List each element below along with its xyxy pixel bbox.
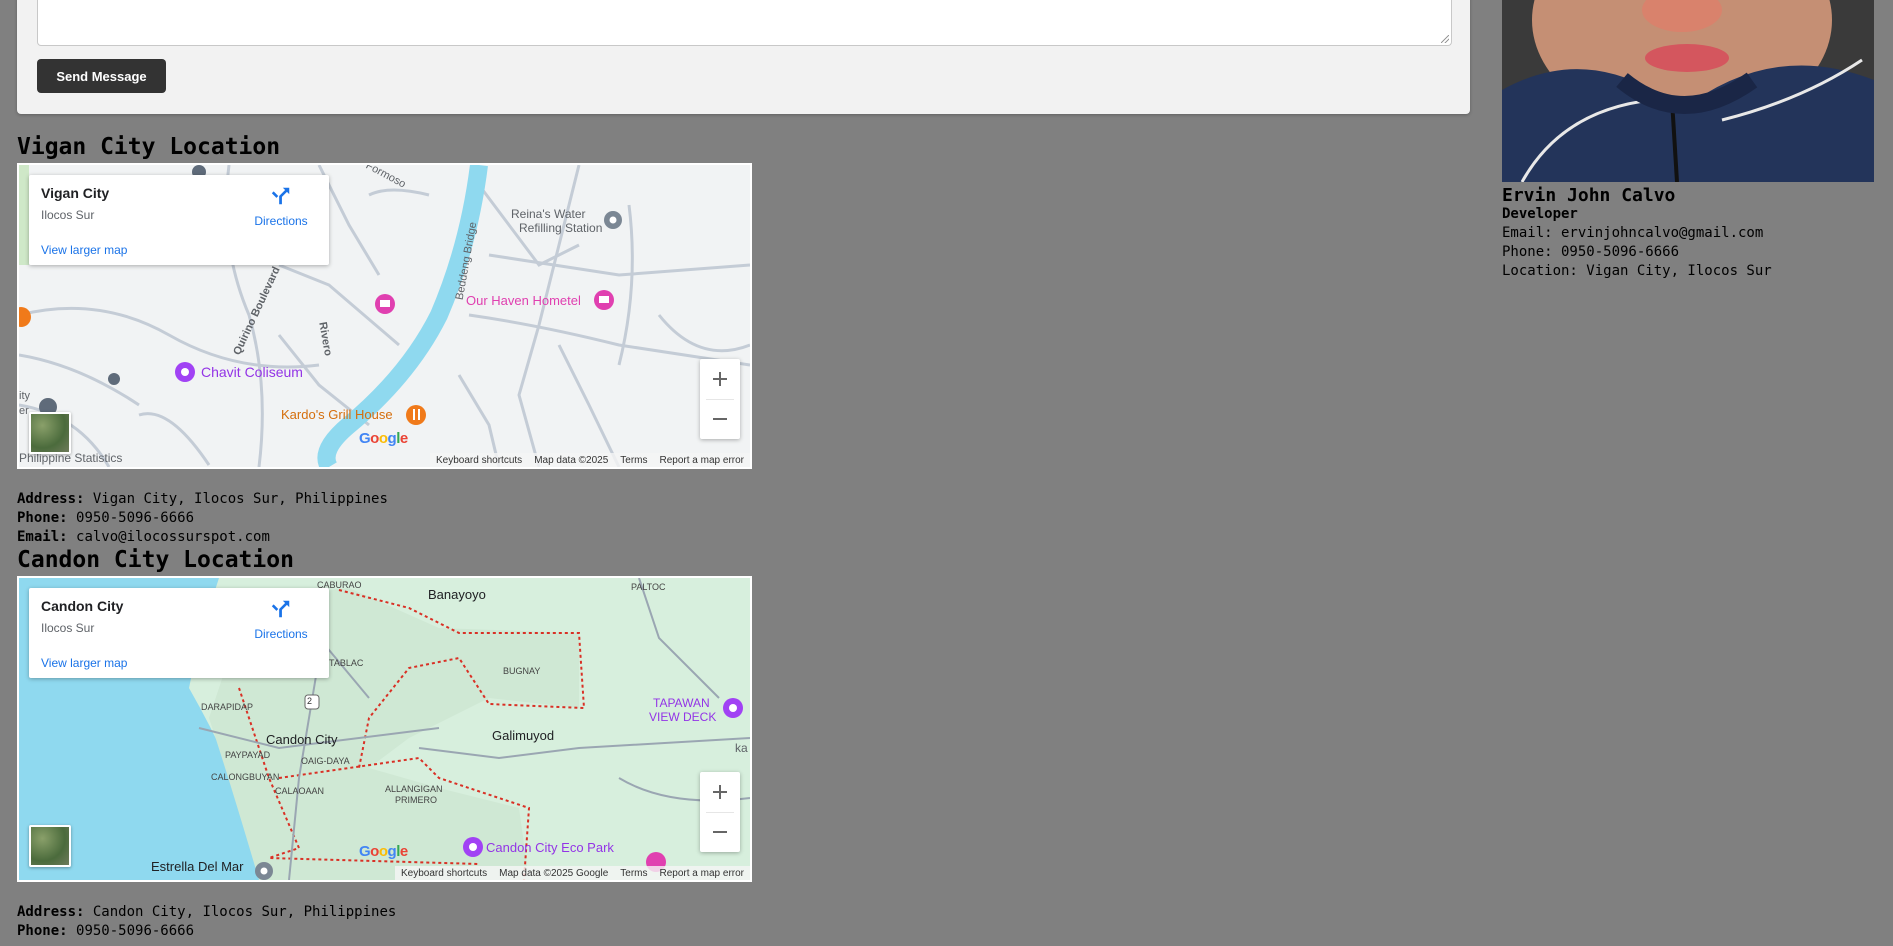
resize-grip-icon[interactable] xyxy=(1441,35,1449,43)
map-label: TAPAWAN xyxy=(653,696,710,710)
map-label: Reina's Water xyxy=(511,207,586,221)
address-label: Address: xyxy=(17,491,85,507)
phone-value: 0950-5096-6666 xyxy=(76,923,195,939)
minus-icon xyxy=(713,418,727,420)
directions-icon xyxy=(271,187,290,205)
plus-icon xyxy=(713,785,727,799)
map-label: Candon City xyxy=(266,732,338,747)
candon-location-title: Candon City Location xyxy=(17,547,294,573)
map-label: ka xyxy=(735,741,748,755)
map-label: CALAOAAN xyxy=(275,786,325,796)
map-label: er xyxy=(19,405,29,417)
directions-label: Directions xyxy=(254,214,308,228)
google-logo: Google xyxy=(359,430,408,447)
map-data-text: Map data ©2025 Google xyxy=(499,867,609,879)
address-value: Vigan City, Ilocos Sur, Philippines xyxy=(92,491,388,507)
zoom-control xyxy=(700,772,740,852)
phone-value: 0950-5096-6666 xyxy=(76,510,195,526)
satellite-toggle-button[interactable] xyxy=(29,412,71,454)
map-data-text: Map data ©2025 xyxy=(534,454,609,466)
map-attribution: Keyboard shortcuts Map data ©2025 Terms … xyxy=(430,453,750,467)
map-label: ALLANGIGAN xyxy=(385,784,443,794)
map-label: PALTOC xyxy=(631,582,666,592)
candon-map[interactable]: CABURAO Banayoyo PALTOC TABLAC BUGNAY TA… xyxy=(17,576,752,882)
email-label: Email: xyxy=(17,529,68,545)
map-label: ity xyxy=(19,390,30,402)
map-attribution: Keyboard shortcuts Map data ©2025 Google… xyxy=(394,866,750,880)
terms-link[interactable]: Terms xyxy=(614,455,653,466)
report-error-link[interactable]: Report a map error xyxy=(654,455,750,466)
keyboard-shortcuts-link[interactable]: Keyboard shortcuts xyxy=(430,455,528,466)
place-region: Ilocos Sur xyxy=(41,621,95,635)
map-label: 2 xyxy=(307,696,313,706)
zoom-out-button[interactable] xyxy=(700,812,740,852)
map-label: Refilling Station xyxy=(519,221,603,235)
map-label: Candon City Eco Park xyxy=(486,840,614,855)
map-label: Chavit Coliseum xyxy=(201,364,303,380)
vigan-location-title: Vigan City Location xyxy=(17,134,281,160)
candon-place-card: Candon City Ilocos Sur View larger map D… xyxy=(29,588,329,678)
view-larger-map-link[interactable]: View larger map xyxy=(41,656,127,670)
directions-button[interactable]: Directions xyxy=(251,598,311,641)
phone-label: Phone: xyxy=(17,510,68,526)
place-name: Candon City xyxy=(41,598,124,614)
report-error-link[interactable]: Report a map error xyxy=(654,868,750,879)
directions-label: Directions xyxy=(254,627,308,641)
map-label: Estrella Del Mar xyxy=(151,859,244,874)
profile-email: Email: ervinjohncalvo@gmail.com xyxy=(1502,225,1764,241)
profile-role: Developer xyxy=(1502,206,1578,222)
profile-photo-image xyxy=(1502,0,1874,182)
profile-photo xyxy=(1502,0,1874,182)
map-label: Galimuyod xyxy=(492,728,555,743)
vigan-place-card: Vigan City Ilocos Sur View larger map Di… xyxy=(29,175,329,265)
map-label: DARAPIDAP xyxy=(201,702,254,712)
profile-location: Location: Vigan City, Ilocos Sur xyxy=(1502,263,1772,279)
map-label: Kardo's Grill House xyxy=(281,407,393,422)
map-label: Our Haven Hometel xyxy=(466,293,581,308)
view-larger-map-link[interactable]: View larger map xyxy=(41,243,127,257)
vigan-map[interactable]: Formoso Reina's Water Refilling Station … xyxy=(17,163,752,469)
minus-icon xyxy=(713,831,727,833)
zoom-control xyxy=(700,359,740,439)
map-label: TABLAC xyxy=(329,658,364,668)
zoom-in-button[interactable] xyxy=(700,359,740,399)
place-name: Vigan City xyxy=(41,185,110,201)
address-label: Address: xyxy=(17,904,85,920)
terms-link[interactable]: Terms xyxy=(614,868,653,879)
vigan-details: Address: Vigan City, Ilocos Sur, Philipp… xyxy=(17,490,388,547)
google-logo: Google xyxy=(359,843,408,860)
map-label: BUGNAY xyxy=(503,666,541,676)
zoom-out-button[interactable] xyxy=(700,399,740,439)
satellite-toggle-button[interactable] xyxy=(29,825,71,867)
contact-form-panel: Send Message xyxy=(17,0,1470,114)
message-textarea[interactable] xyxy=(37,0,1452,46)
map-label: OAIG-DAYA xyxy=(301,756,350,766)
map-label: CALONGBUYAN xyxy=(211,772,280,782)
profile-phone: Phone: 0950-5096-6666 xyxy=(1502,244,1680,260)
candon-details: Address: Candon City, Ilocos Sur, Philip… xyxy=(17,903,396,941)
place-region: Ilocos Sur xyxy=(41,208,95,222)
map-label: VIEW DECK xyxy=(649,710,717,724)
zoom-in-button[interactable] xyxy=(700,772,740,812)
directions-icon xyxy=(271,600,290,618)
map-label: Banayoyo xyxy=(428,587,486,602)
address-value: Candon City, Ilocos Sur, Philippines xyxy=(92,904,397,920)
profile-name: Ervin John Calvo xyxy=(1502,185,1676,206)
phone-label: Phone: xyxy=(17,923,68,939)
plus-icon xyxy=(713,372,727,386)
profile-details: Ervin John Calvo Developer Email: ervinj… xyxy=(1502,186,1772,281)
directions-button[interactable]: Directions xyxy=(251,185,311,228)
map-label: PRIMERO xyxy=(395,795,438,805)
keyboard-shortcuts-link[interactable]: Keyboard shortcuts xyxy=(395,868,493,879)
map-label: PAYPAYAD xyxy=(225,750,271,760)
email-value: calvo@ilocossurspot.com xyxy=(76,529,270,545)
send-message-button[interactable]: Send Message xyxy=(37,59,166,93)
